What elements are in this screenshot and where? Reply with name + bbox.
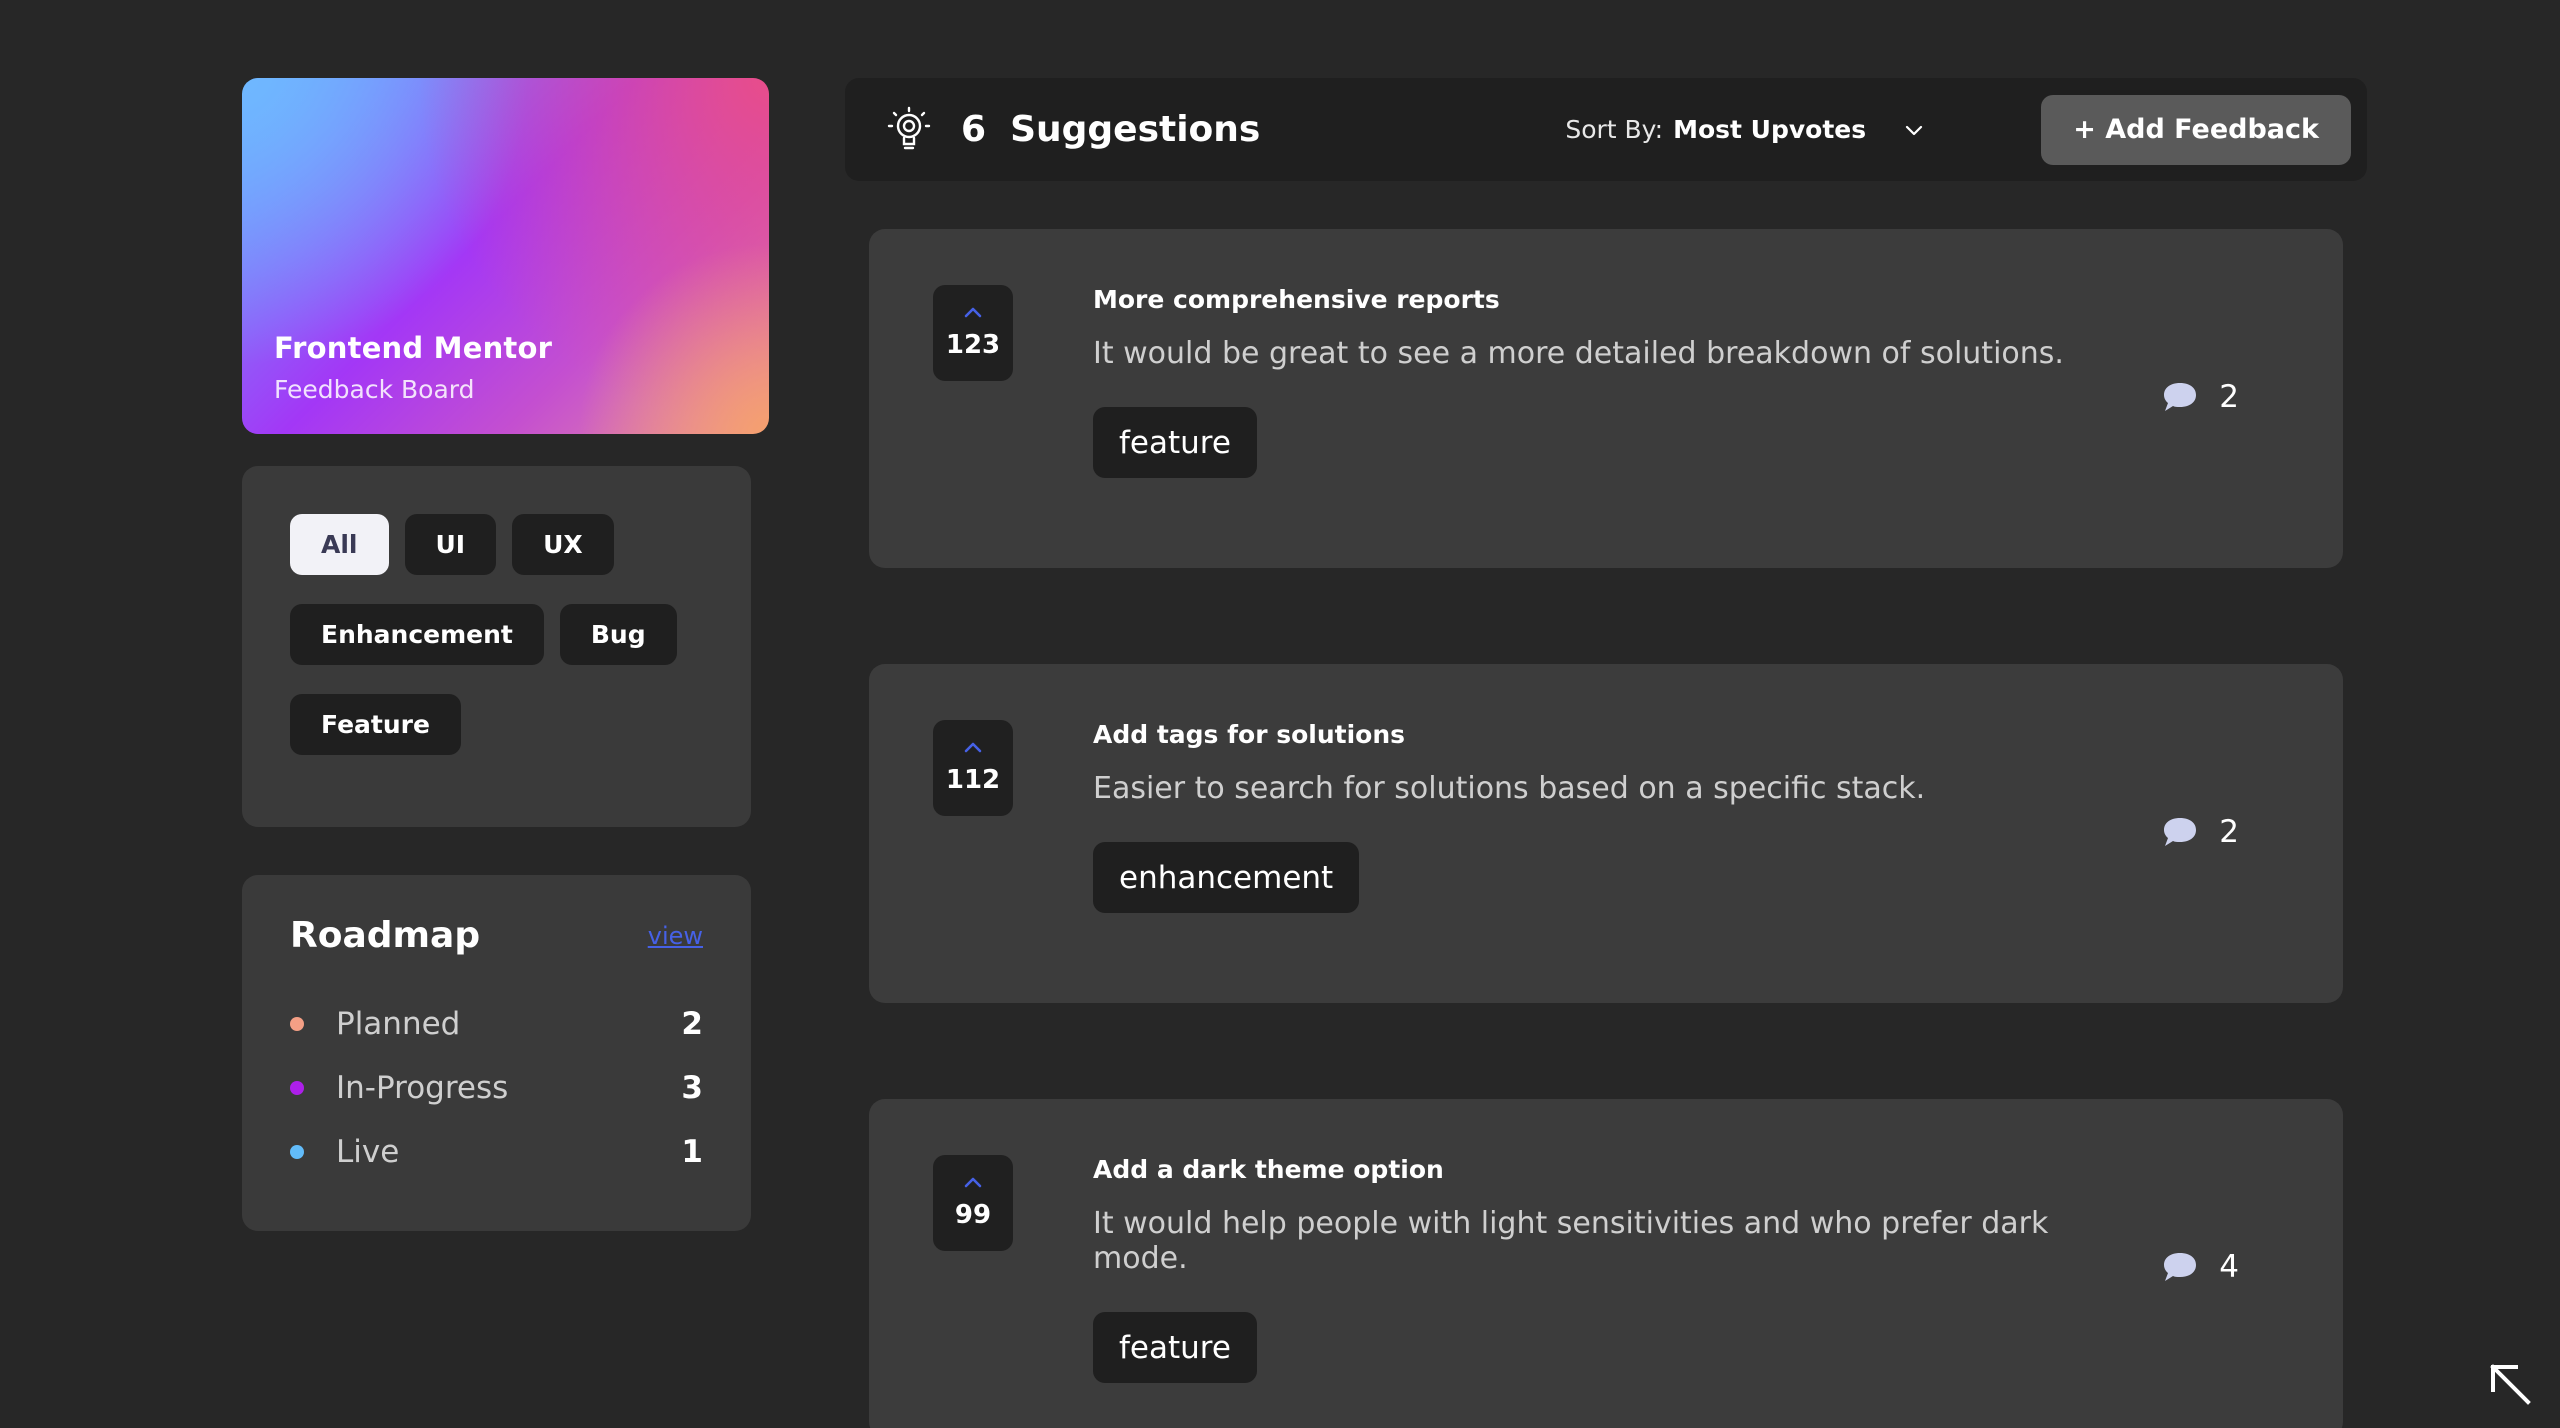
roadmap-list: Planned 2 In-Progress 3 Live 1 <box>290 992 703 1184</box>
roadmap-item-count: 2 <box>681 1006 703 1042</box>
roadmap-item-label: Live <box>336 1134 400 1170</box>
upvote-button[interactable]: 99 <box>933 1155 1013 1251</box>
sort-label: Sort By: <box>1565 115 1664 144</box>
upvote-count: 123 <box>945 330 1001 360</box>
suggestion-title[interactable]: More comprehensive reports <box>1093 285 2143 314</box>
brand-title: Frontend Mentor <box>274 331 553 365</box>
filter-row: All UI UX <box>290 514 703 575</box>
comment-bubble-icon <box>2164 1253 2197 1281</box>
roadmap-item-planned: Planned 2 <box>290 992 703 1056</box>
comment-count-value: 2 <box>2219 379 2239 415</box>
category-tag[interactable]: feature <box>1093 1312 1257 1383</box>
upvote-button[interactable]: 112 <box>933 720 1013 816</box>
suggestion-description: It would be great to see a more detailed… <box>1093 336 2064 371</box>
comment-bubble-icon <box>2164 818 2197 846</box>
feedback-board-page: Frontend Mentor Feedback Board All UI UX… <box>0 0 2560 1428</box>
roadmap-header: Roadmap view <box>290 915 703 956</box>
filter-chip-bug[interactable]: Bug <box>559 604 677 665</box>
chevron-up-icon <box>964 1177 982 1188</box>
comment-count-value: 2 <box>2219 814 2239 850</box>
upvote-count: 112 <box>945 765 1001 795</box>
roadmap-item-in-progress: In-Progress 3 <box>290 1056 703 1120</box>
suggestion-body: Add tags for solutions Easier to search … <box>1093 720 2143 913</box>
chevron-down-icon <box>1906 125 1923 135</box>
brand-card: Frontend Mentor Feedback Board <box>242 78 769 434</box>
roadmap-item-label: In-Progress <box>336 1070 509 1106</box>
lightbulb-icon <box>887 106 931 149</box>
brand-subtitle: Feedback Board <box>274 375 475 404</box>
filter-row: Feature <box>290 694 703 755</box>
suggestion-body: Add a dark theme option It would help pe… <box>1093 1155 2143 1383</box>
suggestions-heading: Suggestions <box>1010 109 1261 150</box>
suggestion-card[interactable]: 123 More comprehensive reports It would … <box>869 229 2343 568</box>
roadmap-item-live: Live 1 <box>290 1120 703 1184</box>
category-tag[interactable]: enhancement <box>1093 842 1360 913</box>
suggestion-title[interactable]: Add tags for solutions <box>1093 720 2143 749</box>
roadmap-view-link[interactable]: view <box>648 922 703 950</box>
comment-count-value: 4 <box>2219 1249 2239 1285</box>
comment-count: 2 <box>2161 379 2239 415</box>
roadmap-item-count: 1 <box>681 1134 703 1170</box>
category-tag[interactable]: feature <box>1093 407 1257 478</box>
suggestion-title[interactable]: Add a dark theme option <box>1093 1155 2143 1184</box>
suggestion-body: More comprehensive reports It would be g… <box>1093 285 2143 478</box>
roadmap-title: Roadmap <box>290 915 481 956</box>
suggestion-card[interactable]: 112 Add tags for solutions Easier to sea… <box>869 664 2343 1003</box>
comment-count: 2 <box>2161 814 2239 850</box>
roadmap-panel: Roadmap view Planned 2 In-Progress 3 Liv… <box>242 875 751 1231</box>
filter-chip-all[interactable]: All <box>290 514 389 575</box>
status-dot-icon <box>290 1145 304 1159</box>
comment-count: 4 <box>2161 1249 2239 1285</box>
suggestion-count: 6 <box>961 109 987 150</box>
add-feedback-button[interactable]: + Add Feedback <box>2041 94 2351 165</box>
category-filter-panel: All UI UX Enhancement Bug Feature <box>242 466 751 827</box>
sort-value: Most Upvotes <box>1673 115 1867 144</box>
filter-chip-enhancement[interactable]: Enhancement <box>290 604 544 665</box>
roadmap-item-label: Planned <box>336 1006 461 1042</box>
status-dot-icon <box>290 1017 304 1031</box>
filter-row: Enhancement Bug <box>290 604 703 665</box>
filter-chip-feature[interactable]: Feature <box>290 694 461 755</box>
upvote-count: 99 <box>954 1200 992 1230</box>
suggestion-description: It would help people with light sensitiv… <box>1093 1206 2049 1276</box>
filter-chip-ux[interactable]: UX <box>512 514 614 575</box>
upvote-button[interactable]: 123 <box>933 285 1013 381</box>
sort-dropdown[interactable]: Sort By: Most Upvotes <box>1565 115 1924 144</box>
comment-bubble-icon <box>2164 383 2197 411</box>
filter-chip-ui[interactable]: UI <box>404 514 497 575</box>
suggestions-toolbar: 6 Suggestions Sort By: Most Upvotes + Ad… <box>845 78 2367 181</box>
chevron-up-icon <box>964 307 982 318</box>
suggestion-description: Easier to search for solutions based on … <box>1093 771 1926 806</box>
suggestion-card[interactable]: 99 Add a dark theme option It would help… <box>869 1099 2343 1428</box>
chevron-up-icon <box>964 742 982 753</box>
status-dot-icon <box>290 1081 304 1095</box>
scroll-to-top-arrow-icon[interactable] <box>2488 1362 2534 1408</box>
roadmap-item-count: 3 <box>681 1070 703 1106</box>
